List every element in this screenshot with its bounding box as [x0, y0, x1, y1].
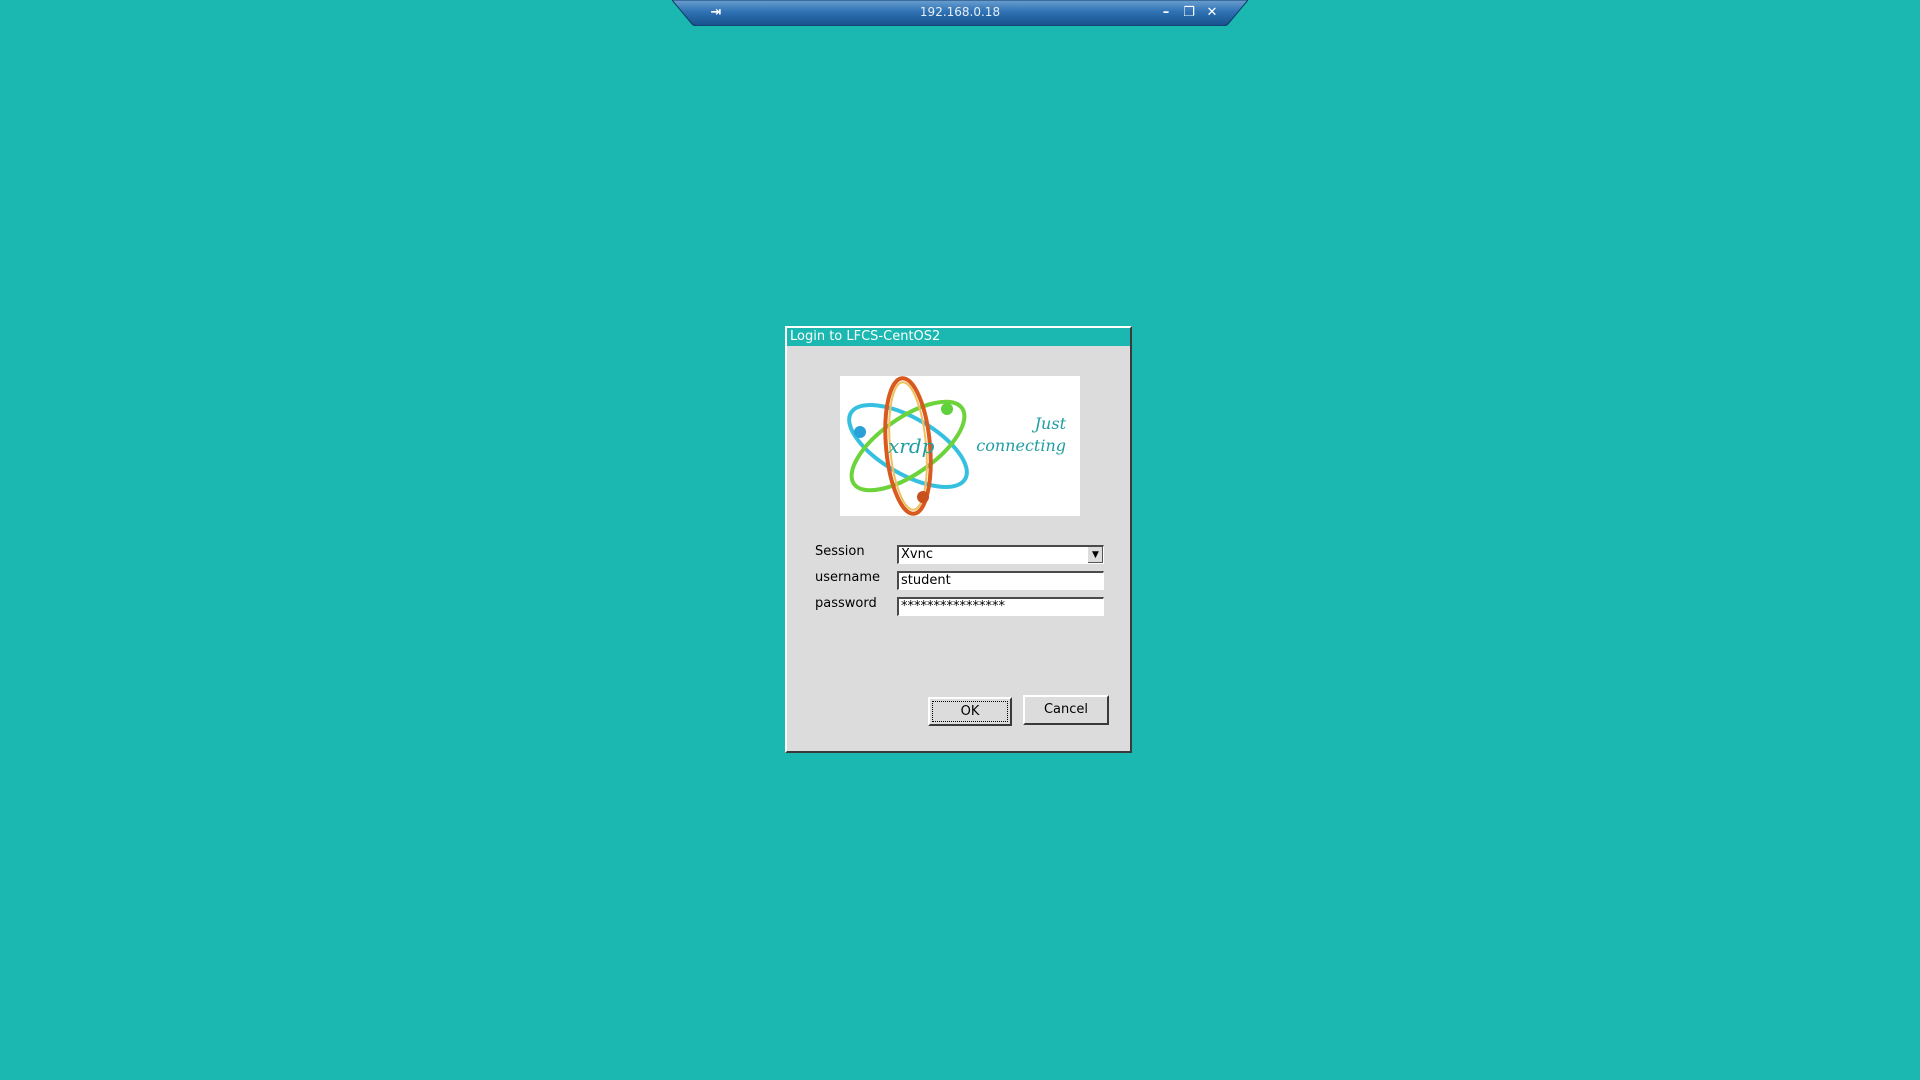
password-label: password	[815, 596, 877, 611]
session-value: Xvnc	[901, 547, 933, 562]
login-dialog: Login to LFCS-CentOS2 xrdp Just connecti…	[785, 326, 1132, 753]
connection-bar: ⇥ 192.168.0.18 – ❐ ✕	[672, 0, 1248, 26]
session-label: Session	[815, 544, 865, 559]
ok-button[interactable]: OK	[928, 697, 1012, 726]
dialog-title: Login to LFCS-CentOS2	[787, 328, 1130, 346]
session-select[interactable]: Xvnc ▼	[897, 545, 1104, 564]
username-label: username	[815, 570, 880, 585]
xrdp-logo: xrdp Just connecting	[840, 376, 1080, 516]
close-icon[interactable]: ✕	[1202, 2, 1222, 22]
logo-tagline-line1: Just	[1034, 414, 1066, 433]
svg-text:xrdp: xrdp	[888, 434, 935, 458]
ok-button-label: OK	[932, 701, 1008, 722]
minimize-icon[interactable]: –	[1156, 2, 1176, 22]
chevron-down-icon[interactable]: ▼	[1087, 547, 1103, 563]
logo-tagline-line2: connecting	[976, 436, 1066, 455]
password-input[interactable]: ****************	[897, 597, 1104, 616]
restore-icon[interactable]: ❐	[1179, 2, 1199, 22]
username-input[interactable]: student	[897, 571, 1104, 590]
cancel-button[interactable]: Cancel	[1023, 695, 1109, 725]
